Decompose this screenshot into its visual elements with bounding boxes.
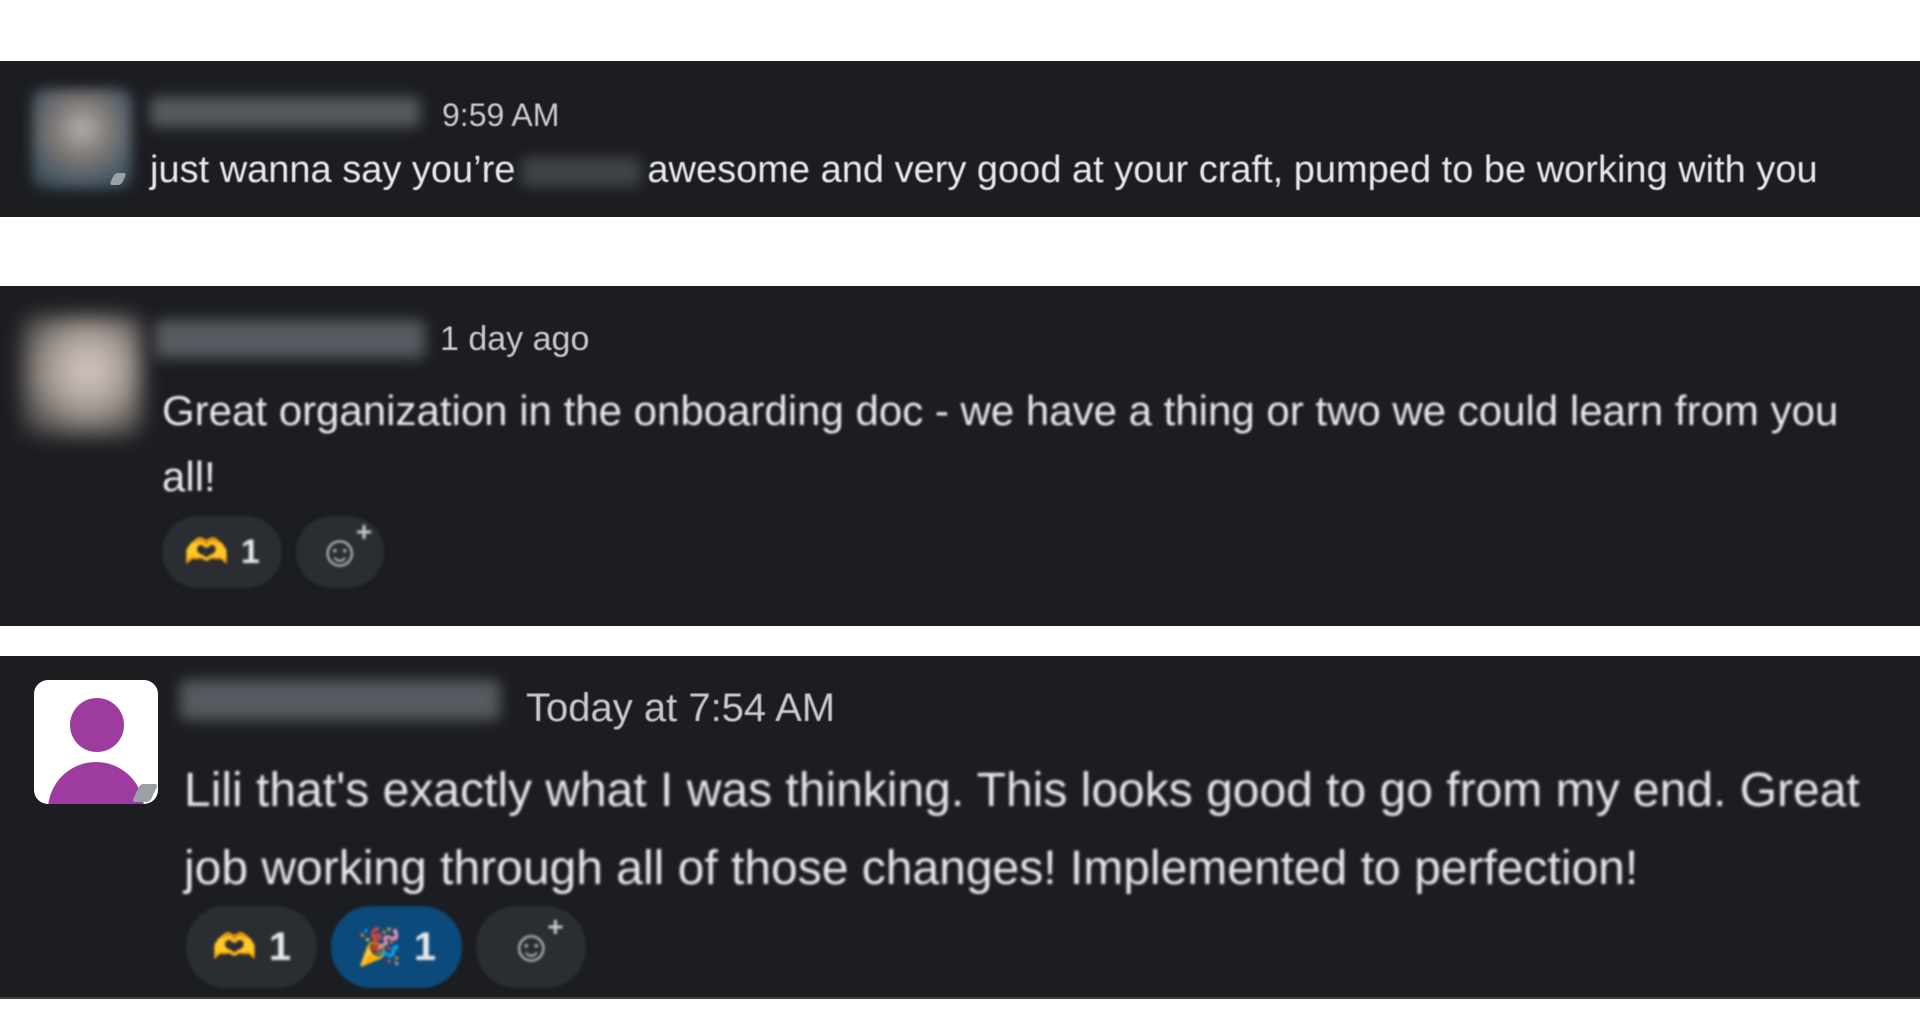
message-text-after: awesome and very good at your craft, pum… bbox=[647, 149, 1818, 191]
message-timestamp[interactable]: 1 day ago bbox=[440, 320, 589, 359]
reaction-count: 1 bbox=[413, 924, 437, 969]
add-reaction-button[interactable]: ☺ + bbox=[476, 906, 587, 988]
add-emoji-icon: ☺ + bbox=[508, 911, 564, 971]
heart-hands-icon: 🫶 bbox=[184, 531, 229, 572]
message-text-before: just wanna say you’re bbox=[150, 149, 516, 191]
reaction-count: 1 bbox=[268, 924, 292, 969]
message-text: just wanna say you’re awesome and very go… bbox=[150, 149, 1818, 192]
add-emoji-icon: ☺ + bbox=[317, 516, 373, 576]
redacted-word bbox=[521, 156, 642, 187]
add-reaction-button[interactable]: ☺ + bbox=[295, 516, 384, 588]
message-text: Lili that's exactly what I was thinking.… bbox=[184, 764, 1860, 895]
heart-hands-icon: 🫶 bbox=[212, 926, 257, 967]
avatar-body-shape bbox=[48, 762, 144, 804]
message-card-3: Today at 7:54 AM Lili that's exactly wha… bbox=[0, 656, 1920, 999]
message-timestamp[interactable]: 9:59 AM bbox=[442, 97, 559, 134]
message-card-2: 1 day ago Great organization in the onbo… bbox=[0, 286, 1920, 626]
avatar-head-shape bbox=[70, 698, 124, 752]
reaction-bar: 🫶 1 🎉 1 ☺ + bbox=[186, 906, 587, 988]
message-timestamp[interactable]: Today at 7:54 AM bbox=[526, 686, 835, 731]
message-card-1: 9:59 AM just wanna say you’re awesome and… bbox=[0, 61, 1920, 217]
reaction-count: 1 bbox=[240, 532, 260, 571]
redacted-username[interactable] bbox=[180, 680, 500, 720]
reaction-party-popper[interactable]: 🎉 1 bbox=[331, 906, 463, 988]
message-text: Great organization in the onboarding doc… bbox=[162, 387, 1839, 500]
user-avatar[interactable] bbox=[22, 316, 142, 436]
reaction-bar: 🫶 1 ☺ + bbox=[162, 516, 384, 588]
reaction-heart-hands[interactable]: 🫶 1 bbox=[162, 516, 282, 588]
redacted-username[interactable] bbox=[155, 320, 425, 358]
redacted-username[interactable] bbox=[150, 97, 420, 127]
party-popper-icon: 🎉 bbox=[357, 926, 402, 967]
reaction-heart-hands[interactable]: 🫶 1 bbox=[186, 906, 318, 988]
